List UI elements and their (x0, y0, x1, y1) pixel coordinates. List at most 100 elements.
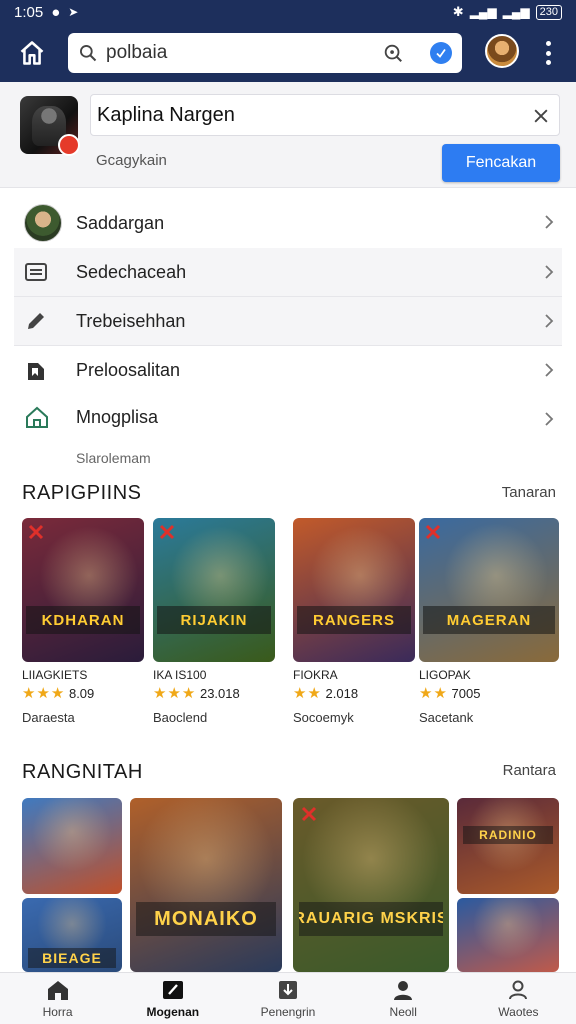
game-art[interactable]: MAGERAN (419, 518, 559, 662)
home-icon (47, 980, 68, 1000)
game-art-title: MAGERAN (423, 606, 555, 634)
game-rating: ★★ 2.018 (293, 684, 415, 702)
game-art-title: RANGERS (297, 606, 411, 634)
alert-badge-icon (58, 134, 80, 156)
game-card[interactable]: KDHARAN LIIAGKIETS ★★★ 8.09 Daraesta (22, 518, 144, 725)
game-developer: Socoemyk (293, 710, 354, 725)
location-icon: ➤ (68, 5, 79, 19)
verified-button[interactable] (430, 42, 452, 64)
chevron-right-icon (545, 412, 554, 426)
game-art[interactable]: RANGERS (293, 518, 415, 662)
menu-item-0[interactable]: Saddargan (0, 198, 576, 248)
game-tile[interactable] (22, 798, 122, 894)
search-input[interactable] (106, 42, 376, 64)
star-rating-icon: ★★★ (22, 685, 66, 702)
notification-card: Kaplina Nargen Gcagykain Fencakan (0, 82, 576, 188)
bluetooth-icon: ✱ (452, 4, 464, 19)
close-icon (28, 524, 44, 540)
notification-title: Kaplina Nargen (90, 94, 560, 136)
menu-list: Saddargan Sedechaceah Trebeisehhan Prelo… (0, 198, 576, 439)
house-icon (26, 406, 48, 428)
star-rating-icon: ★★★ (153, 685, 197, 702)
close-icon[interactable] (531, 106, 551, 126)
edit-icon (162, 980, 183, 999)
game-card[interactable]: RIJAKIN IKA IS100 ★★★ 23.018 Baoclend (153, 518, 275, 725)
close-icon (159, 524, 175, 540)
notification-action-button[interactable]: Fencakan (442, 144, 560, 182)
menu-item-label: Trebeisehhan (76, 310, 186, 331)
nav-label: Penengrin (260, 1004, 316, 1019)
rating-value: 7005 (451, 686, 481, 701)
people-icon (509, 980, 528, 999)
game-art[interactable]: RIJAKIN (153, 518, 275, 662)
menu-item-2[interactable]: Trebeisehhan (14, 297, 562, 346)
section-more-link[interactable]: Tanaran (502, 484, 556, 501)
game-card[interactable]: RANGERS FIOKRA ★★ 2.018 Socoemyk (293, 518, 415, 725)
menu-item-3[interactable]: Preloosalitan (0, 346, 576, 395)
home-button[interactable] (10, 31, 54, 75)
check-icon (436, 48, 446, 58)
game-developer: Baoclend (153, 710, 208, 725)
game-art[interactable]: KDHARAN (22, 518, 144, 662)
nav-profile[interactable]: Neoll (346, 973, 461, 1024)
notification-title-text: Kaplina Nargen (97, 103, 235, 126)
game-tile[interactable] (457, 898, 559, 972)
menu-item-1[interactable]: Sedechaceah (14, 248, 562, 297)
nav-label: Horra (42, 1004, 73, 1019)
game-art-title: KDHARAN (26, 606, 140, 634)
game-tile-title: RAUARIG MSKRIS (299, 902, 443, 936)
bottom-navigation: Horra Mogenan Penengrin Neoll Waotes (0, 972, 576, 1024)
nav-home[interactable]: Horra (0, 973, 115, 1024)
game-tile-title: RADINIO (463, 826, 553, 844)
game-tile[interactable]: RAUARIG MSKRIS (293, 798, 449, 972)
book-icon (28, 362, 44, 380)
menu-item-4[interactable]: Mnogplisa (0, 395, 576, 439)
app-notification-icon: ● (51, 3, 61, 21)
nav-downloads[interactable]: Penengrin (230, 973, 345, 1024)
rating-value: 2.018 (325, 686, 359, 701)
game-meta: LIIAGKIETS (22, 668, 88, 682)
nav-label: Waotes (498, 1004, 539, 1019)
game-tile[interactable]: RADINIO (457, 798, 559, 894)
pencil-icon (28, 313, 44, 329)
lens-icon (384, 44, 402, 62)
rating-value: 23.018 (199, 686, 240, 701)
list-icon (25, 263, 47, 281)
section-title: RANGNITAH (22, 761, 143, 783)
chevron-right-icon (545, 215, 554, 229)
star-rating-icon: ★★ (293, 685, 322, 702)
status-time: 1:05 (14, 3, 44, 21)
menu-item-label: Saddargan (76, 212, 165, 233)
game-tile-title: MONAIKO (136, 902, 276, 936)
menu-item-label: Preloosalitan (76, 360, 181, 380)
wifi-icon: ▂▄▆ (502, 5, 530, 19)
menu-footnote: Slarolemam (76, 450, 151, 466)
game-card[interactable]: MAGERAN LIGOPAK ★★ 7005 Sacetank (419, 518, 559, 725)
nav-label: Neoll (389, 1004, 417, 1019)
nav-social[interactable]: Waotes (461, 973, 576, 1024)
search-icon (80, 45, 97, 62)
star-rating-icon: ★★ (419, 685, 448, 702)
profile-avatar-icon (24, 204, 62, 242)
app-bar (0, 24, 576, 82)
close-icon (301, 806, 317, 822)
search-bar[interactable] (68, 33, 462, 73)
nav-games[interactable]: Mogenan (115, 973, 230, 1024)
menu-item-label: Sedechaceah (76, 261, 187, 282)
download-icon (279, 980, 297, 999)
game-rating: ★★★ 8.09 (22, 684, 144, 702)
game-tile[interactable]: MONAIKO (130, 798, 282, 972)
game-tile[interactable]: BIEAGE (22, 898, 122, 972)
account-avatar[interactable] (485, 34, 519, 68)
lens-search-button[interactable] (382, 42, 404, 69)
game-meta: FIOKRA (293, 668, 338, 682)
notification-subtitle: Gcagykain (96, 152, 167, 169)
game-rating: ★★ 7005 (419, 684, 559, 702)
chevron-right-icon (545, 314, 554, 328)
more-options-button[interactable] (540, 38, 556, 68)
section-more-link[interactable]: Rantara (503, 762, 556, 779)
home-icon (20, 41, 44, 65)
battery-icon: 230 (535, 4, 562, 20)
close-icon (425, 524, 441, 540)
nav-label: Mogenan (146, 1004, 200, 1019)
